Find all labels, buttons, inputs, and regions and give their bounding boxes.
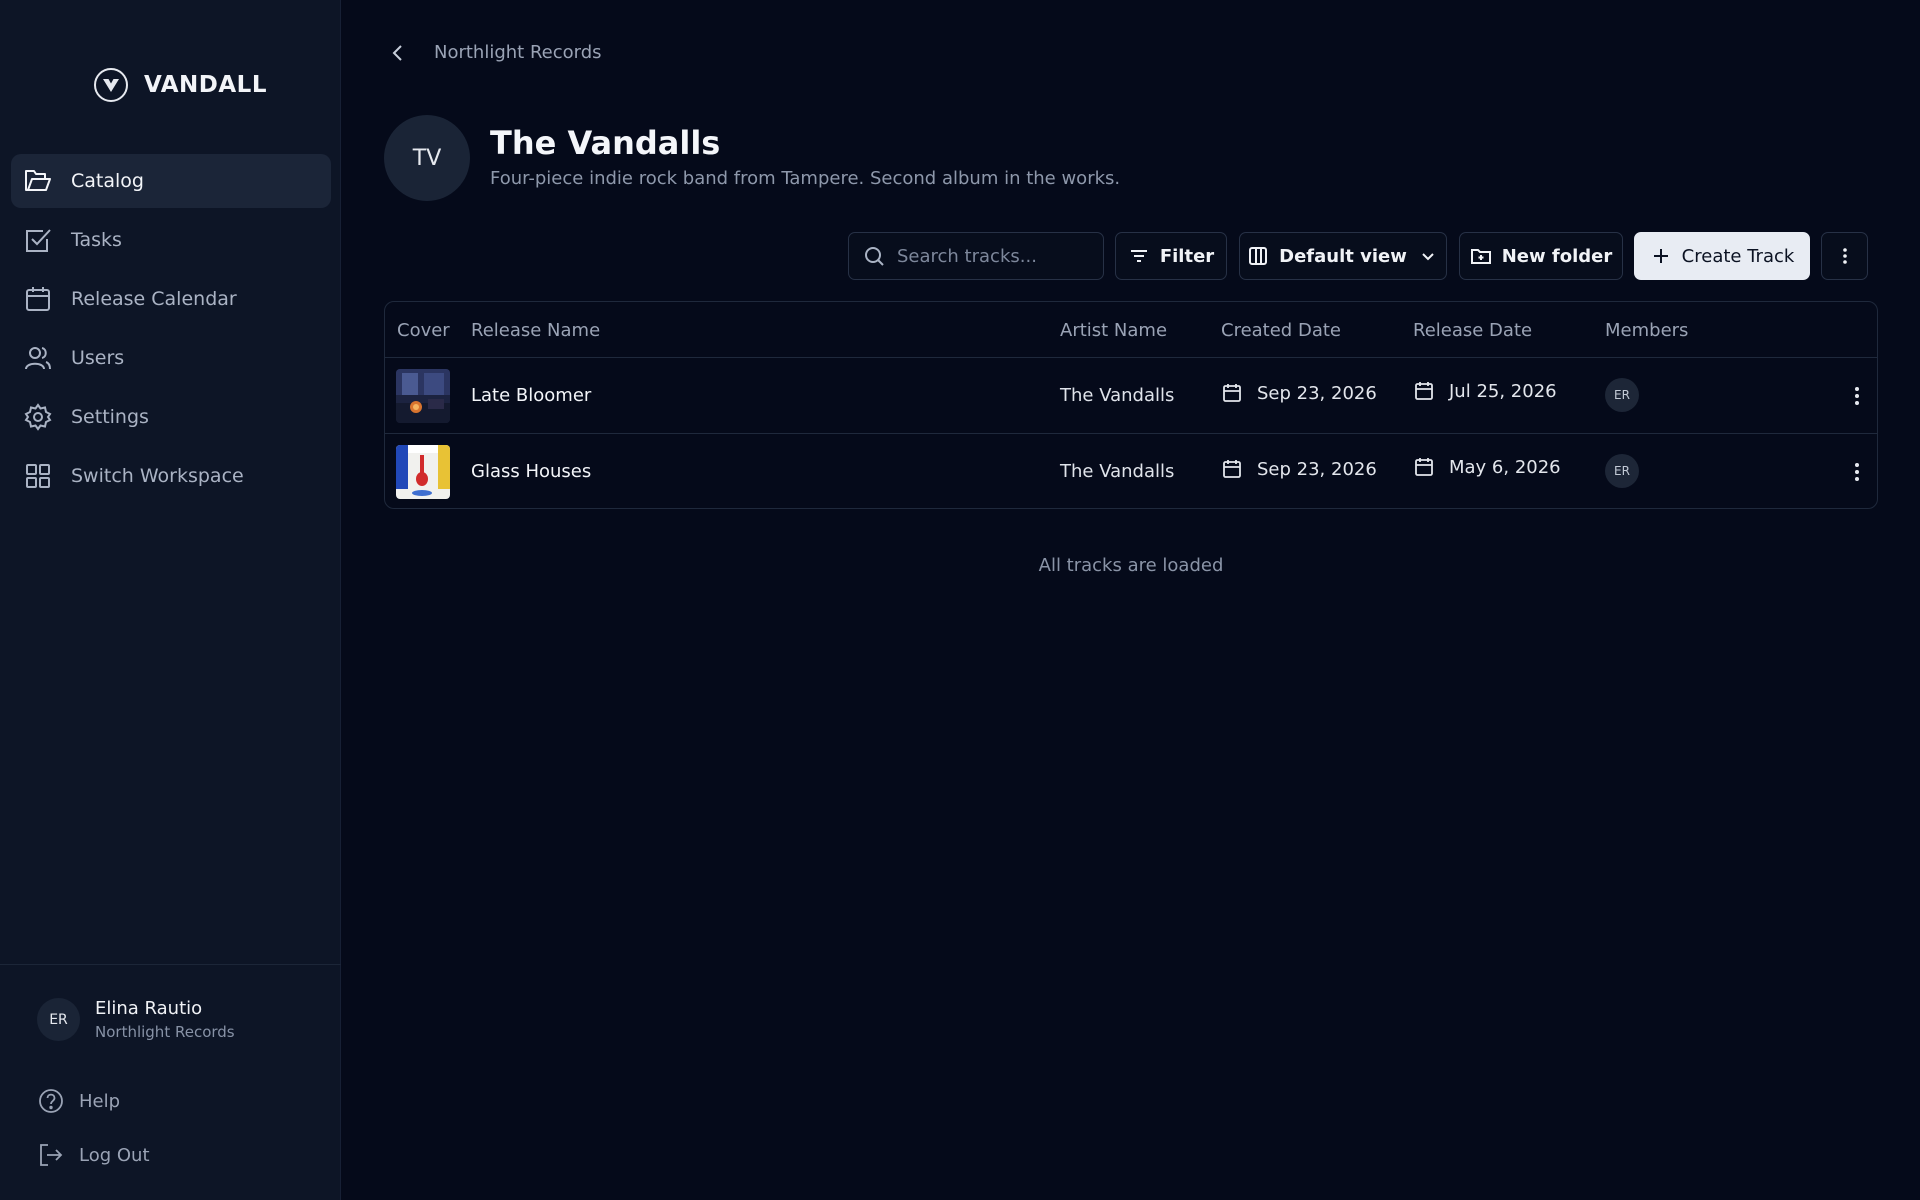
filter-label: Filter	[1159, 245, 1215, 267]
artist-avatar: TV	[384, 115, 470, 201]
release-date: May 6, 2026	[1413, 456, 1561, 478]
new-folder-button[interactable]: New folder	[1459, 232, 1623, 280]
sidebar-divider	[0, 964, 341, 965]
release-name[interactable]: Glass Houses	[471, 461, 591, 482]
row-menu-icon[interactable]	[1845, 384, 1869, 408]
more-options-button[interactable]	[1821, 232, 1868, 280]
create-track-label: Create Track	[1681, 245, 1795, 267]
sidebar-item-catalog[interactable]: Catalog	[11, 154, 331, 208]
page-title: The Vandalls	[490, 124, 721, 162]
sidebar-item-label: Tasks	[71, 229, 122, 251]
sidebar-item-switch-workspace[interactable]: Switch Workspace	[11, 449, 331, 503]
column-header-members[interactable]: Members	[1605, 320, 1688, 341]
chevron-left-icon[interactable]	[388, 43, 408, 63]
help-icon	[39, 1089, 63, 1113]
help-link[interactable]: Help	[37, 1087, 120, 1115]
vandall-logo-icon	[94, 68, 128, 102]
created-date-value: Sep 23, 2026	[1257, 458, 1377, 480]
filter-button[interactable]: Filter	[1115, 232, 1227, 280]
columns-icon	[1249, 247, 1268, 265]
sidebar-item-tasks[interactable]: Tasks	[11, 213, 331, 267]
artist-name: The Vandalls	[1060, 385, 1175, 406]
sidebar-item-settings[interactable]: Settings	[11, 390, 331, 444]
tracks-table: Cover Release Name Artist Name Created D…	[384, 301, 1878, 509]
sidebar-item-label: Settings	[71, 406, 149, 428]
brand[interactable]: VANDALL	[94, 66, 267, 104]
calendar-icon	[1223, 460, 1241, 478]
checkbox-icon	[26, 229, 51, 252]
view-select-label: Default view	[1279, 245, 1407, 267]
user-profile[interactable]: ER Elina Rautio Northlight Records	[37, 998, 235, 1041]
cover-image	[396, 445, 450, 499]
release-date: Jul 25, 2026	[1413, 380, 1557, 402]
column-header-cover[interactable]: Cover	[397, 320, 450, 341]
logout-link[interactable]: Log Out	[37, 1141, 150, 1169]
folder-open-icon	[25, 170, 51, 191]
brand-name: VANDALL	[144, 72, 267, 98]
calendar-icon	[1415, 382, 1433, 400]
search-box[interactable]	[848, 232, 1104, 280]
create-track-button[interactable]: Create Track	[1634, 232, 1810, 280]
calendar-icon	[26, 287, 50, 311]
calendar-icon	[1223, 384, 1241, 402]
created-date: Sep 23, 2026	[1221, 458, 1377, 480]
folder-plus-icon	[1470, 249, 1491, 264]
table-row[interactable]: Late Bloomer The Vandalls Sep 23, 2026 J…	[385, 358, 1877, 434]
sidebar-item-users[interactable]: Users	[11, 331, 331, 385]
calendar-icon	[1415, 458, 1433, 476]
search-icon	[865, 247, 884, 266]
sidebar: VANDALL Catalog Tasks Release Calendar U…	[0, 0, 341, 1200]
kebab-menu-icon	[1842, 248, 1847, 264]
release-date-value: Jul 25, 2026	[1449, 380, 1557, 402]
artist-name: The Vandalls	[1060, 461, 1175, 482]
new-folder-label: New folder	[1501, 245, 1613, 267]
sidebar-item-release-calendar[interactable]: Release Calendar	[11, 272, 331, 326]
gear-icon	[24, 403, 52, 431]
created-date-value: Sep 23, 2026	[1257, 382, 1377, 404]
users-icon	[25, 347, 51, 370]
page-description: Four-piece indie rock band from Tampere.…	[490, 168, 1121, 189]
view-select[interactable]: Default view	[1239, 232, 1447, 280]
cover-image	[396, 369, 450, 423]
column-header-release-date[interactable]: Release Date	[1413, 320, 1532, 341]
breadcrumb[interactable]: Northlight Records	[388, 42, 602, 63]
sidebar-nav: Catalog Tasks Release Calendar Users Set…	[11, 154, 331, 508]
sidebar-item-label: Release Calendar	[71, 288, 237, 310]
chevron-down-icon	[1422, 253, 1434, 261]
table-row[interactable]: Glass Houses The Vandalls Sep 23, 2026 M…	[385, 434, 1877, 508]
logout-icon	[40, 1144, 63, 1166]
member-avatar[interactable]: ER	[1605, 378, 1639, 412]
column-header-release-name[interactable]: Release Name	[471, 320, 600, 341]
column-header-artist-name[interactable]: Artist Name	[1060, 320, 1167, 341]
search-input[interactable]	[897, 245, 1097, 267]
user-name: Elina Rautio	[95, 998, 203, 1019]
avatar: ER	[37, 998, 80, 1041]
load-status: All tracks are loaded	[1038, 555, 1224, 576]
table-header: Cover Release Name Artist Name Created D…	[385, 302, 1877, 358]
sidebar-item-label: Catalog	[71, 170, 144, 192]
created-date: Sep 23, 2026	[1221, 382, 1377, 404]
breadcrumb-label[interactable]: Northlight Records	[434, 42, 602, 63]
grid-icon	[26, 464, 50, 488]
release-name[interactable]: Late Bloomer	[471, 385, 591, 406]
filter-icon	[1130, 250, 1147, 262]
column-header-created-date[interactable]: Created Date	[1221, 320, 1341, 341]
logout-label: Log Out	[79, 1144, 150, 1166]
sidebar-item-label: Users	[71, 347, 125, 369]
user-org: Northlight Records	[95, 1023, 235, 1041]
release-date-value: May 6, 2026	[1449, 456, 1561, 478]
help-label: Help	[79, 1090, 121, 1112]
plus-icon	[1653, 249, 1668, 263]
sidebar-item-label: Switch Workspace	[71, 465, 244, 487]
member-avatar[interactable]: ER	[1605, 454, 1639, 488]
row-menu-icon[interactable]	[1845, 460, 1869, 484]
